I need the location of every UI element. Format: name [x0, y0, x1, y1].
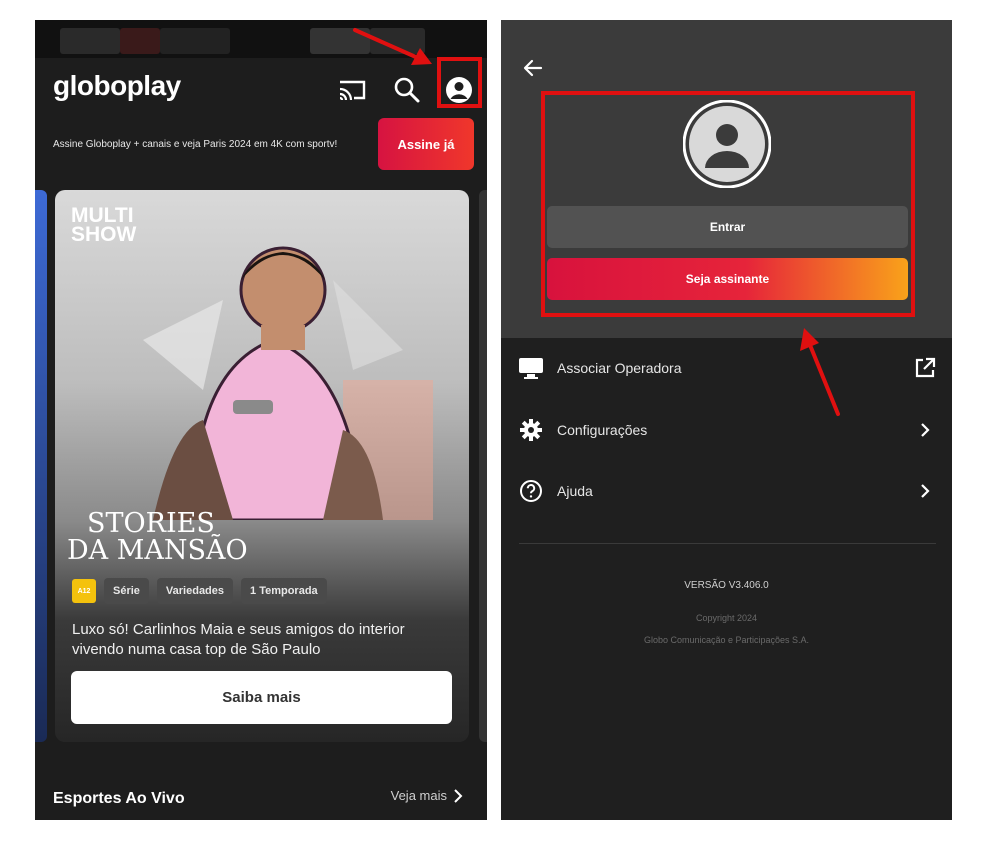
app-logo: globoplay: [53, 70, 181, 101]
chevron-right-icon: [913, 479, 937, 503]
login-highlight-box: [541, 91, 915, 317]
app-version: VERSÃO V3.406.0: [684, 580, 769, 591]
help-icon: [517, 477, 545, 505]
menu-item-associar-operadora[interactable]: Associar Operadora: [517, 348, 937, 388]
channel-logo: MULTI SHOW: [71, 204, 137, 246]
learn-more-button[interactable]: Saiba mais: [71, 671, 452, 724]
tag-seasons: 1 Temporada: [241, 578, 327, 604]
status-bar: [35, 20, 487, 58]
home-screen: globoplay Assine Globoplay + canais e ve…: [35, 20, 487, 820]
menu-item-ajuda[interactable]: Ajuda: [517, 471, 937, 511]
tag-genre: Série: [104, 578, 149, 604]
company-name: Globo Comunicação e Participações S.A.: [643, 635, 810, 645]
age-rating-badge: A12: [72, 579, 96, 603]
hero-image: [143, 246, 433, 520]
profile-highlight-box: [437, 57, 482, 108]
tag-category: Variedades: [156, 578, 234, 604]
show-description: Luxo só! Carlinhos Maia e seus amigos do…: [72, 621, 405, 658]
cast-icon[interactable]: [336, 74, 368, 106]
tags-row: A12 Série Variedades 1 Temporada: [72, 578, 327, 604]
divider: [519, 543, 936, 544]
see-more-link[interactable]: Veja mais: [391, 788, 463, 803]
chevron-right-icon: [913, 418, 937, 442]
gear-icon: [517, 416, 545, 444]
prev-card-peek[interactable]: [35, 190, 47, 742]
section-title: Esportes Ao Vivo: [53, 790, 185, 807]
search-icon[interactable]: [391, 74, 423, 106]
next-card-peek[interactable]: [479, 190, 487, 742]
promo-text: Assine Globoplay + canais e veja Paris 2…: [53, 139, 338, 150]
chevron-right-icon: [454, 788, 463, 803]
external-link-icon: [913, 356, 937, 380]
featured-card[interactable]: MULTI SHOW STORIES DA MANSÃO A12 Série V…: [55, 190, 469, 742]
copyright-text: Copyright 2024: [695, 613, 758, 623]
monitor-icon: [517, 354, 545, 382]
show-title: STORIES DA MANSÃO: [67, 508, 248, 566]
back-arrow-icon[interactable]: [521, 56, 545, 80]
subscribe-now-button[interactable]: Assine já: [378, 118, 474, 170]
menu-item-configuracoes[interactable]: Configurações: [517, 410, 937, 450]
